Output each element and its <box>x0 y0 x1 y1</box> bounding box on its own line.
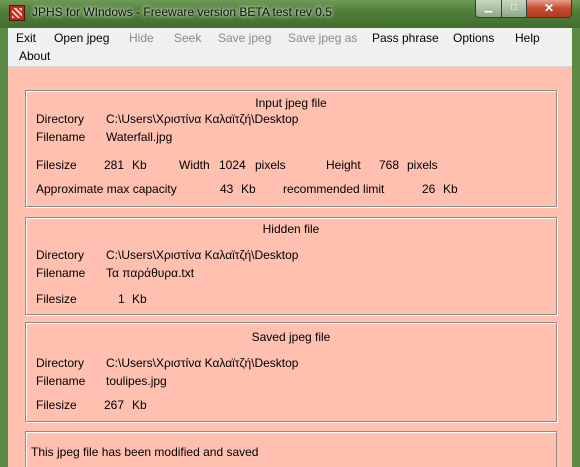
hidden-filesize-value: 1 <box>118 292 125 306</box>
input-directory-label: Directory <box>36 112 85 126</box>
hidden-directory-label: Directory <box>36 248 85 262</box>
input-capacity-value: 43 <box>220 182 234 196</box>
input-capacity-label: Approximate max capacity <box>36 182 177 196</box>
input-jpeg-panel: Input jpeg file Directory C:\Users\Χριστ… <box>25 90 557 207</box>
maximize-button[interactable]: □ <box>501 0 527 18</box>
hidden-filesize-label: Filesize <box>36 292 77 306</box>
saved-jpeg-title: Saved jpeg file <box>251 330 331 344</box>
input-limit-label: recommended limit <box>283 182 385 196</box>
saved-jpeg-panel: Saved jpeg file Directory C:\Users\Χριστ… <box>25 322 557 422</box>
menu-bar: Exit Open jpeg Hide Seek Save jpeg Save … <box>8 28 572 67</box>
hidden-filename-label: Filename <box>36 266 86 280</box>
window-frame-left <box>0 28 8 467</box>
saved-filename-label: Filename <box>36 374 86 388</box>
menu-open-jpeg[interactable]: Open jpeg <box>54 31 109 45</box>
minimize-button[interactable]: ▁ <box>475 0 502 18</box>
menu-about[interactable]: About <box>19 49 50 63</box>
menu-pass-phrase[interactable]: Pass phrase <box>372 31 439 45</box>
hidden-directory-value: C:\Users\Χριστίνα Καλαϊτζή\Desktop <box>106 248 299 262</box>
menu-seek[interactable]: Seek <box>174 31 201 45</box>
app-icon[interactable] <box>9 5 25 21</box>
saved-filename-value: toulipes.jpg <box>106 374 167 388</box>
input-height-value: 768 <box>379 158 400 172</box>
hidden-file-panel: Hidden file Directory C:\Users\Χριστίνα … <box>25 217 557 315</box>
input-limit-value: 26 <box>422 182 436 196</box>
hidden-filename-value: Τα παράθυρα.txt <box>106 266 195 280</box>
close-button[interactable]: ✕ <box>526 0 572 18</box>
input-filesize-value: 281 <box>104 158 125 172</box>
title-bar[interactable]: JPHS for WIndows - Freeware version BETA… <box>0 0 580 28</box>
input-width-label: Width <box>179 158 210 172</box>
saved-directory-label: Directory <box>36 356 85 370</box>
window-title: JPHS for WIndows - Freeware version BETA… <box>32 5 332 19</box>
menu-save-jpeg-as[interactable]: Save jpeg as <box>288 31 357 45</box>
saved-filesize-unit: Kb <box>132 398 147 412</box>
saved-directory-value: C:\Users\Χριστίνα Καλαϊτζή\Desktop <box>106 356 299 370</box>
input-jpeg-title: Input jpeg file <box>255 96 327 110</box>
input-width-value: 1024 <box>219 158 246 172</box>
menu-exit[interactable]: Exit <box>16 31 36 45</box>
input-filesize-label: Filesize <box>36 158 77 172</box>
input-height-unit: pixels <box>407 158 438 172</box>
saved-filesize-label: Filesize <box>36 398 77 412</box>
menu-hide[interactable]: Hide <box>129 31 154 45</box>
menu-save-jpeg[interactable]: Save jpeg <box>218 31 271 45</box>
input-limit-unit: Kb <box>443 182 458 196</box>
input-height-label: Height <box>326 158 361 172</box>
input-filename-label: Filename <box>36 130 86 144</box>
saved-filesize-value: 267 <box>104 398 125 412</box>
status-message: This jpeg file has been modified and sav… <box>31 445 259 459</box>
status-panel: This jpeg file has been modified and sav… <box>25 431 557 467</box>
client-area: Input jpeg file Directory C:\Users\Χριστ… <box>8 67 572 467</box>
application-window: JPHS for WIndows - Freeware version BETA… <box>0 0 580 467</box>
menu-options[interactable]: Options <box>453 31 494 45</box>
menu-help[interactable]: Help <box>515 31 540 45</box>
input-directory-value: C:\Users\Χριστίνα Καλαϊτζή\Desktop <box>106 112 299 126</box>
input-filename-value: Waterfall.jpg <box>106 130 173 144</box>
input-capacity-unit: Kb <box>241 182 256 196</box>
input-filesize-unit: Kb <box>132 158 147 172</box>
window-frame-right <box>572 28 580 467</box>
hidden-file-title: Hidden file <box>262 222 320 236</box>
hidden-filesize-unit: Kb <box>132 292 147 306</box>
input-width-unit: pixels <box>255 158 286 172</box>
